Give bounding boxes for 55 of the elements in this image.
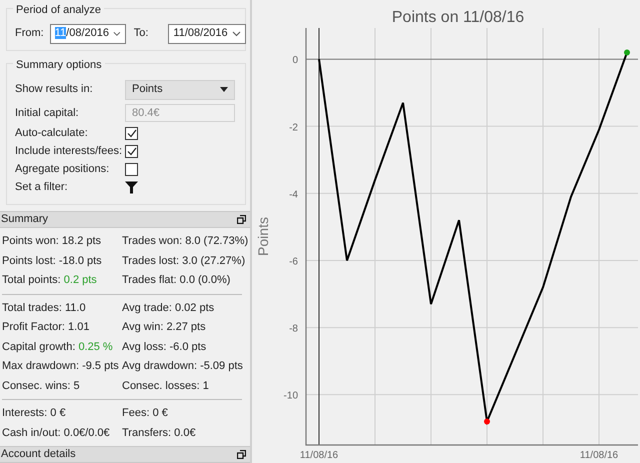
date-field[interactable]: 11/08/2016 — [50, 24, 126, 44]
stat-text: Transfers: 0.0€ — [122, 426, 197, 440]
y-tick-label: -6 — [289, 256, 298, 268]
stat-text: Avg win: 2.27 pts — [122, 320, 207, 335]
checkbox[interactable] — [125, 162, 138, 176]
field-label: Set a filter: — [15, 180, 69, 195]
field-label: Initial capital: — [15, 106, 80, 121]
y-tick-label: -2 — [289, 122, 298, 134]
stat-text: Consec. losses: 1 — [122, 378, 210, 394]
chevron-down-icon — [232, 30, 241, 36]
field-label: Include interests/fees: — [15, 144, 124, 159]
checkbox[interactable] — [125, 126, 138, 140]
stat-text: Avg drawdown: -5.09 pts — [122, 359, 244, 374]
stat-text: Trades flat: 0.0 (0.0%) — [122, 273, 232, 288]
y-tick-label: -8 — [289, 324, 298, 335]
field-label: To: — [134, 26, 148, 42]
dropdown-arrow-icon — [220, 87, 228, 92]
restore-window-icon[interactable] — [237, 215, 246, 224]
restore-window-icon[interactable] — [237, 450, 246, 459]
panel-title: Summary — [1, 212, 48, 228]
field-label: From: — [15, 26, 44, 42]
stat-text: Interests: 0 € — [2, 406, 67, 421]
x-tick-label: 11/08/16 — [300, 450, 338, 461]
checkbox[interactable] — [125, 144, 138, 158]
y-tick-label: -10 — [284, 390, 298, 402]
chevron-down-icon — [112, 30, 121, 36]
y-tick-label: 0 — [292, 55, 298, 66]
y-tick-label: -4 — [289, 189, 298, 200]
stat-text: Fees: 0 € — [122, 406, 169, 421]
stat-text: Profit Factor: 1.01 — [2, 320, 90, 335]
chart-title: Points on 11/08/16 — [392, 9, 524, 26]
stat-text: Max drawdown: -9.5 pts — [2, 359, 120, 374]
stat-text: Capital growth: 0.25 % — [2, 340, 114, 354]
stat-text: Points won: 18.2 pts — [2, 234, 102, 249]
stat-text: Total trades: 11.0 — [2, 300, 87, 316]
results-dropdown[interactable]: Points — [125, 80, 235, 100]
filter-icon[interactable] — [125, 180, 138, 194]
axis-title: Points — [255, 217, 271, 256]
date-value: 11/08/2016 — [173, 26, 228, 42]
panel-title: Account details — [1, 447, 76, 462]
group-title: Period of analyze — [13, 2, 104, 18]
field-label: Show results in: — [15, 82, 94, 98]
x-tick-label: 11/08/16 — [580, 450, 618, 461]
stat-text: Trades won: 8.0 (72.73%) — [122, 234, 250, 249]
stat-text: Avg loss: -6.0 pts — [122, 340, 208, 354]
stat-text: Total points: 0.2 pts — [2, 273, 98, 288]
date-value: 11/08/2016 — [54, 26, 109, 42]
stat-text: Trades lost: 3.0 (27.27%) — [122, 254, 246, 268]
stat-text: Cash in/out: 0.0€/0.0€ — [2, 426, 111, 440]
stat-text: Consec. wins: 5 — [2, 378, 81, 394]
field-label: Agregate positions: — [15, 162, 110, 177]
stat-text: Points lost: -18.0 pts — [2, 254, 103, 268]
stat-text: Avg trade: 0.02 pts — [122, 300, 216, 316]
date-field[interactable]: 11/08/2016 — [168, 24, 246, 44]
field-label: Auto-calculate: — [15, 126, 89, 141]
